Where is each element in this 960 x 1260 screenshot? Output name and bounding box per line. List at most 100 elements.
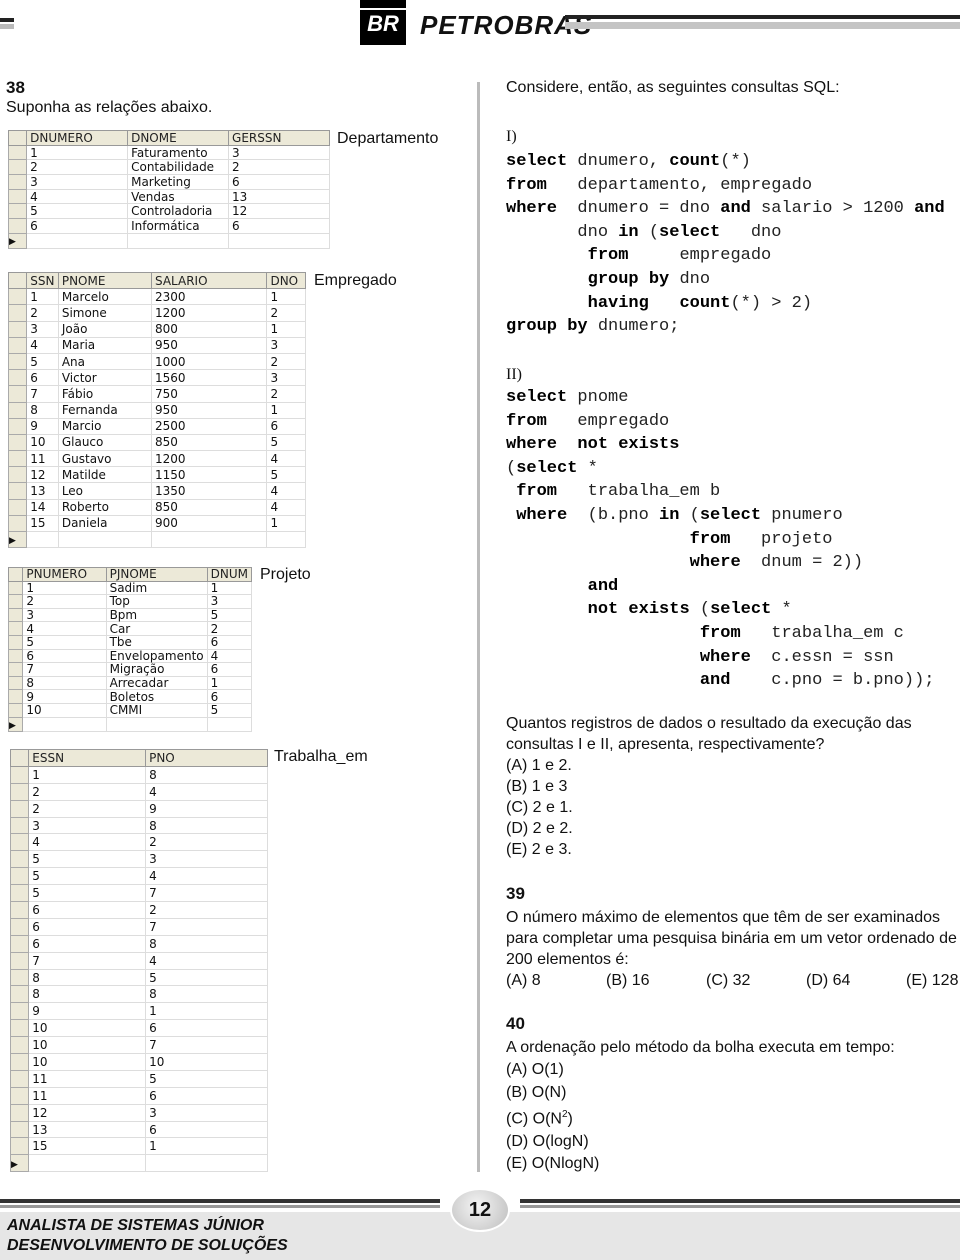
table-cell: 14 [26, 498, 59, 516]
table-row: 2 Simone 1200 2 [7, 304, 306, 322]
table-cell: 8 [26, 401, 59, 419]
column-header: PJNOME [105, 567, 208, 582]
table-cell: 12 [26, 466, 59, 484]
sql-keyword: count [669, 152, 721, 171]
row-selector [9, 1103, 30, 1122]
row-selector [9, 901, 30, 919]
table-cell: 7 [22, 662, 107, 677]
footer-rule [520, 1205, 960, 1208]
table-cell: 1200 [150, 304, 268, 322]
table-row: 3 Marketing 6 [7, 174, 330, 190]
table-cell: 4 [145, 782, 268, 801]
code-line: from trabalha_em c [506, 622, 935, 646]
table-cell: 6 [206, 662, 253, 677]
option-b: (B) 16 [606, 972, 650, 989]
sql-keyword: where [689, 553, 741, 573]
column-header: SSN [26, 271, 59, 290]
sql-text: empregado [628, 246, 772, 266]
code-line: where not exists [506, 433, 935, 457]
table-cell: Fernanda [57, 401, 153, 419]
table-cell: 900 [150, 514, 268, 533]
question-number: 39 [506, 884, 525, 903]
table-row: 8 Fernanda 950 1 [7, 401, 306, 419]
row-selector [7, 203, 28, 220]
table-cell: 1 [145, 1002, 268, 1021]
table-cell: 4 [266, 498, 306, 516]
row-selector [9, 765, 30, 784]
sql-keyword: select [506, 388, 568, 407]
table-cell: 6 [228, 174, 330, 190]
row-selector [7, 304, 28, 322]
table-cell: Faturamento [127, 144, 230, 161]
row-selector [9, 934, 30, 953]
table-cell: 5 [26, 203, 129, 220]
table-cell: 1 [206, 580, 253, 596]
table-row: 54 [9, 867, 268, 886]
sql-keyword: from [699, 623, 741, 643]
table-row: 85 [9, 968, 268, 987]
option-a: (A) 8 [506, 972, 541, 989]
sql-keyword: from [506, 411, 547, 431]
column-header: PNO [145, 749, 268, 767]
code-line: select pnome [506, 386, 935, 410]
table-cell: 12 [228, 203, 330, 220]
table-row: 3 Bpm 5 [7, 607, 253, 623]
table-row: 38 [9, 816, 268, 835]
table-row: 88 [9, 985, 268, 1004]
table-cell: 13 [26, 482, 59, 500]
row-selector [9, 799, 30, 818]
empty-cell [28, 1154, 147, 1173]
new-row-pointer-icon: ▶ [7, 716, 24, 732]
sql-text: ( [689, 600, 711, 620]
table-cell: Victor [57, 369, 153, 387]
sql-keyword: in [618, 222, 639, 242]
sql-keyword: and [914, 199, 945, 219]
row-selector [9, 833, 30, 852]
column-header: GERSSN [228, 130, 330, 146]
table-cell: 2 [26, 304, 59, 322]
empty-cell [266, 530, 306, 549]
sql-keyword: from [587, 246, 629, 266]
table-cell: Contabilidade [127, 159, 230, 176]
table-cell: 8 [145, 985, 268, 1004]
sql-keyword: and [699, 671, 731, 691]
table-cell: 5 [266, 433, 306, 452]
table-cell: 950 [150, 336, 268, 354]
table-cell: Boletos [105, 689, 208, 704]
column-header: DNOME [127, 130, 230, 146]
table-cell: 2 [28, 782, 147, 801]
column-header: DNO [266, 271, 306, 290]
table-row: 74 [9, 951, 268, 970]
row-selector [7, 662, 24, 677]
sql-keyword: and [720, 199, 751, 219]
row-selector [7, 594, 24, 609]
code-line: where dnumero = dno and salario > 1200 a… [506, 197, 945, 221]
code-line: group by dno [506, 268, 945, 292]
table-cell: 3 [26, 174, 129, 190]
empty-cell [206, 716, 253, 732]
sql-text: trabalha_em b [557, 482, 721, 502]
table-row: 18 [9, 765, 268, 784]
table-cell: 13 [228, 188, 330, 205]
option-c: (C) 2 e 1. [506, 799, 573, 816]
table-cell: 5 [28, 850, 147, 869]
row-selector [7, 689, 24, 704]
footer-rule [0, 1199, 440, 1203]
row-selector [7, 580, 24, 596]
table-cell: 5 [206, 702, 253, 718]
table-cell: 5 [28, 884, 147, 903]
sql-keyword: select [659, 222, 721, 242]
table-departamento: DNUMERO DNOME GERSSN 1 Faturamento 3 2 Contabil… [7, 130, 330, 249]
table-row: 10 7 [9, 1036, 268, 1055]
row-selector [7, 621, 24, 636]
table-cell: Envelopamento [105, 648, 208, 664]
table-row: 9 Marcio 2500 6 [7, 417, 306, 435]
sql-keyword: from [516, 482, 558, 502]
table-row: 15 1 [9, 1137, 268, 1156]
column-header: DNUM [206, 567, 253, 582]
consider-text: Considere, então, as seguintes consultas… [506, 79, 840, 96]
row-selector [9, 985, 30, 1004]
